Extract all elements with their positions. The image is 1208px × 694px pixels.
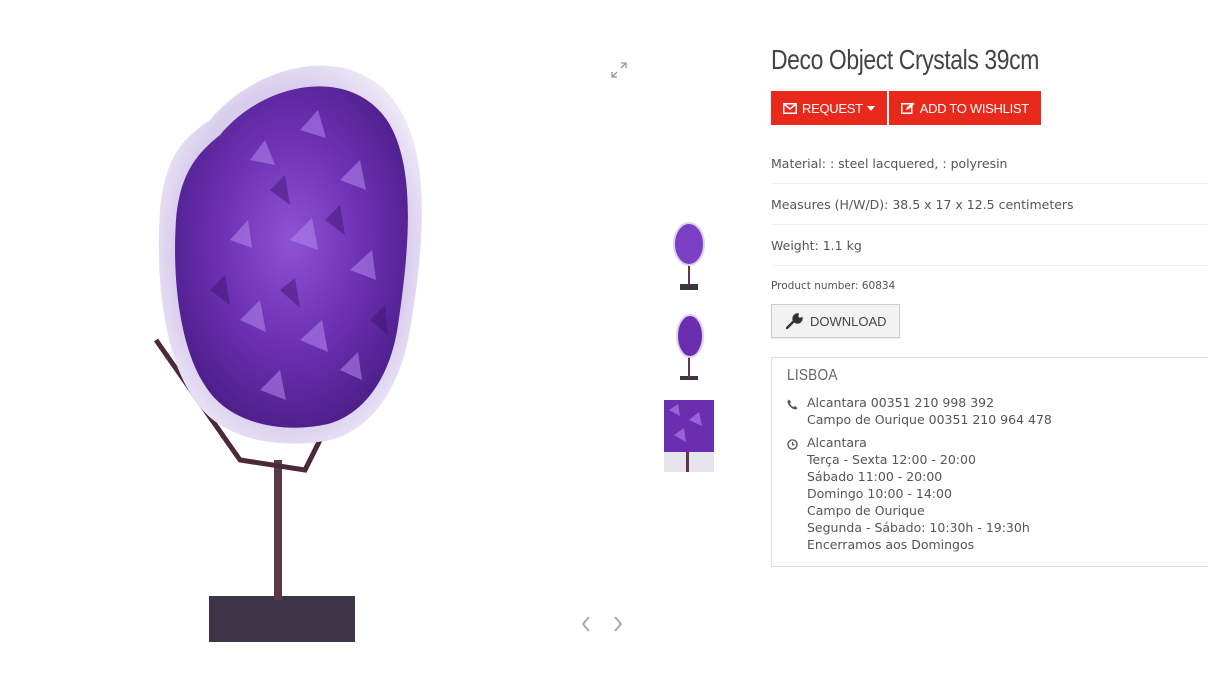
store-hours: Alcantara Terça - Sexta 12:00 - 20:00 Sá… (787, 434, 1208, 553)
thumbnail-3[interactable] (664, 400, 714, 472)
wishlist-label: ADD TO WISHLIST (919, 100, 1029, 116)
wrench-icon (786, 312, 803, 329)
download-button[interactable]: DOWNLOAD (771, 304, 900, 338)
hours-line: Domingo 10:00 - 14:00 (807, 486, 952, 501)
thumbnail-2[interactable] (664, 310, 714, 382)
store-name: LISBOA (787, 367, 838, 384)
thumbnail-list (664, 220, 716, 490)
hours-line: Alcantara (807, 435, 867, 450)
spec-measures: Measures (H/W/D): 38.5 x 17 x 12.5 centi… (771, 184, 1208, 225)
store-phone-2[interactable]: Campo de Ourique 00351 210 964 478 (807, 411, 1052, 428)
hours-line: Campo de Ourique (807, 503, 925, 518)
spec-material: Material: : steel lacquered, : polyresin (771, 143, 1208, 184)
page-title: Deco Object Crystals 39cm (771, 44, 1039, 75)
product-info: Deco Object Crystals 39cm REQUEST ADD TO… (771, 40, 1208, 567)
action-buttons: REQUEST ADD TO WISHLIST (771, 91, 1208, 125)
product-number: Product number: 60834 (771, 280, 896, 292)
store-box: LISBOA Alcantara 00351 210 998 392 Campo… (771, 357, 1208, 567)
clock-icon (787, 434, 807, 553)
request-label: REQUEST (802, 100, 863, 116)
chevron-left-icon[interactable] (578, 613, 594, 635)
hours-line: Encerramos aos Domingos (807, 537, 975, 552)
phone-icon (787, 394, 807, 428)
hours-line: Sábado 11:00 - 20:00 (807, 469, 943, 484)
thumbnail-1[interactable] (664, 220, 714, 292)
store-phone-1[interactable]: Alcantara 00351 210 998 392 (807, 394, 1052, 411)
caret-down-icon (866, 105, 875, 111)
edit-icon (900, 102, 915, 114)
hours-line: Terça - Sexta 12:00 - 20:00 (807, 452, 976, 467)
expand-icon[interactable] (610, 61, 628, 79)
chevron-right-icon[interactable] (610, 613, 626, 635)
download-label: DOWNLOAD (810, 313, 887, 329)
envelope-icon (783, 102, 797, 114)
main-product-image[interactable] (140, 40, 440, 650)
request-button[interactable]: REQUEST (771, 91, 887, 125)
hours-line: Segunda - Sábado: 10:30h - 19:30h (807, 520, 1030, 535)
image-navigation (578, 613, 628, 635)
spec-weight: Weight: 1.1 kg (771, 225, 1208, 266)
store-phones: Alcantara 00351 210 998 392 Campo de Our… (787, 394, 1208, 428)
amethyst-image (153, 65, 422, 642)
add-to-wishlist-button[interactable]: ADD TO WISHLIST (888, 91, 1041, 125)
